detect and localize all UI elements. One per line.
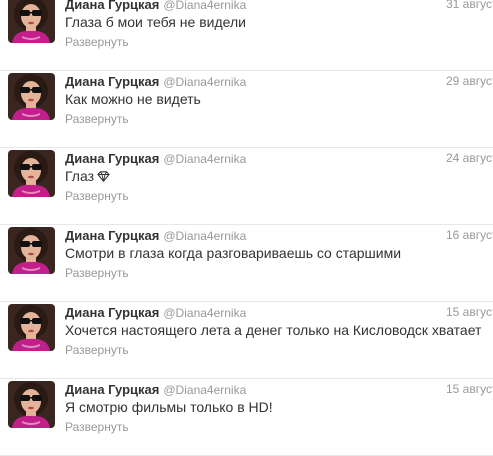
tweet-text-content: Я смотрю фильмы только в HD!: [65, 399, 273, 415]
tweet-text: Я смотрю фильмы только в HD!: [65, 399, 273, 415]
tweet-text: Как можно не видеть: [65, 91, 201, 107]
tweet[interactable]: Диана Гурцкая @Diana4ernika 16 августа См…: [0, 225, 493, 302]
expand-link[interactable]: Развернуть: [65, 112, 129, 126]
avatar[interactable]: [8, 227, 55, 274]
tweet-header: Диана Гурцкая @Diana4ernika: [65, 73, 246, 89]
tweet-date[interactable]: 15 августа: [446, 305, 493, 319]
tweet-text: Смотри в глаза когда разговариваешь со с…: [65, 245, 401, 261]
avatar[interactable]: [8, 304, 55, 351]
author-handle[interactable]: @Diana4ernika: [163, 0, 246, 12]
tweet-text-content: Глаза б мои тебя не видели: [65, 14, 246, 30]
tweet-date[interactable]: 29 августа: [446, 74, 493, 88]
tweet-header: Диана Гурцкая @Diana4ernika: [65, 150, 246, 166]
tweet[interactable]: Диана Гурцкая @Diana4ernika 31 августа Гл…: [0, 0, 493, 71]
tweet[interactable]: Диана Гурцкая @Diana4ernika 15 августа Хо…: [0, 302, 493, 379]
author-name[interactable]: Диана Гурцкая: [65, 382, 159, 397]
avatar[interactable]: [8, 150, 55, 197]
tweet-header: Диана Гурцкая @Diana4ernika: [65, 227, 246, 243]
tweet[interactable]: Диана Гурцкая @Diana4ernika 24 августа Гл…: [0, 148, 493, 225]
tweet[interactable]: Диана Гурцкая @Diana4ernika 29 августа Ка…: [0, 71, 493, 148]
author-name[interactable]: Диана Гурцкая: [65, 228, 159, 243]
author-name[interactable]: Диана Гурцкая: [65, 0, 159, 12]
tweet-date[interactable]: 31 августа: [446, 0, 493, 11]
expand-link[interactable]: Развернуть: [65, 189, 129, 203]
tweet[interactable]: Диана Гурцкая @Diana4ernika 15 августа Я …: [0, 379, 493, 456]
expand-link[interactable]: Развернуть: [65, 420, 129, 434]
expand-link[interactable]: Развернуть: [65, 266, 129, 280]
author-name[interactable]: Диана Гурцкая: [65, 151, 159, 166]
tweet-text: Глаз: [65, 168, 110, 185]
expand-link[interactable]: Развернуть: [65, 35, 129, 49]
tweet-date[interactable]: 15 августа: [446, 382, 493, 396]
author-handle[interactable]: @Diana4ernika: [163, 152, 246, 166]
tweet-text-content: Хочется настоящего лета а денег только н…: [65, 322, 482, 338]
tweet-text: Глаза б мои тебя не видели: [65, 14, 246, 30]
author-name[interactable]: Диана Гурцкая: [65, 74, 159, 89]
tweet-timeline: Диана Гурцкая @Diana4ernika 31 августа Гл…: [0, 0, 493, 456]
tweet-date[interactable]: 24 августа: [446, 151, 493, 165]
expand-link[interactable]: Развернуть: [65, 343, 129, 357]
tweet-date[interactable]: 16 августа: [446, 228, 493, 242]
avatar[interactable]: [8, 73, 55, 120]
tweet-header: Диана Гурцкая @Diana4ernika: [65, 304, 246, 320]
diamond-emoji-icon: [97, 169, 110, 185]
author-handle[interactable]: @Diana4ernika: [163, 75, 246, 89]
author-handle[interactable]: @Diana4ernika: [163, 229, 246, 243]
tweet-text-content: Смотри в глаза когда разговариваешь со с…: [65, 245, 402, 261]
tweet-header: Диана Гурцкая @Diana4ernika: [65, 0, 246, 12]
tweet-text: Хочется настоящего лета а денег только н…: [65, 322, 481, 338]
author-name[interactable]: Диана Гурцкая: [65, 305, 159, 320]
author-handle[interactable]: @Diana4ernika: [163, 306, 246, 320]
tweet-text-content: Глаз: [65, 168, 95, 184]
avatar[interactable]: [8, 381, 55, 428]
avatar[interactable]: [8, 0, 55, 43]
tweet-header: Диана Гурцкая @Diana4ernika: [65, 381, 246, 397]
tweet-text-content: Как можно не видеть: [65, 91, 201, 107]
author-handle[interactable]: @Diana4ernika: [163, 383, 246, 397]
